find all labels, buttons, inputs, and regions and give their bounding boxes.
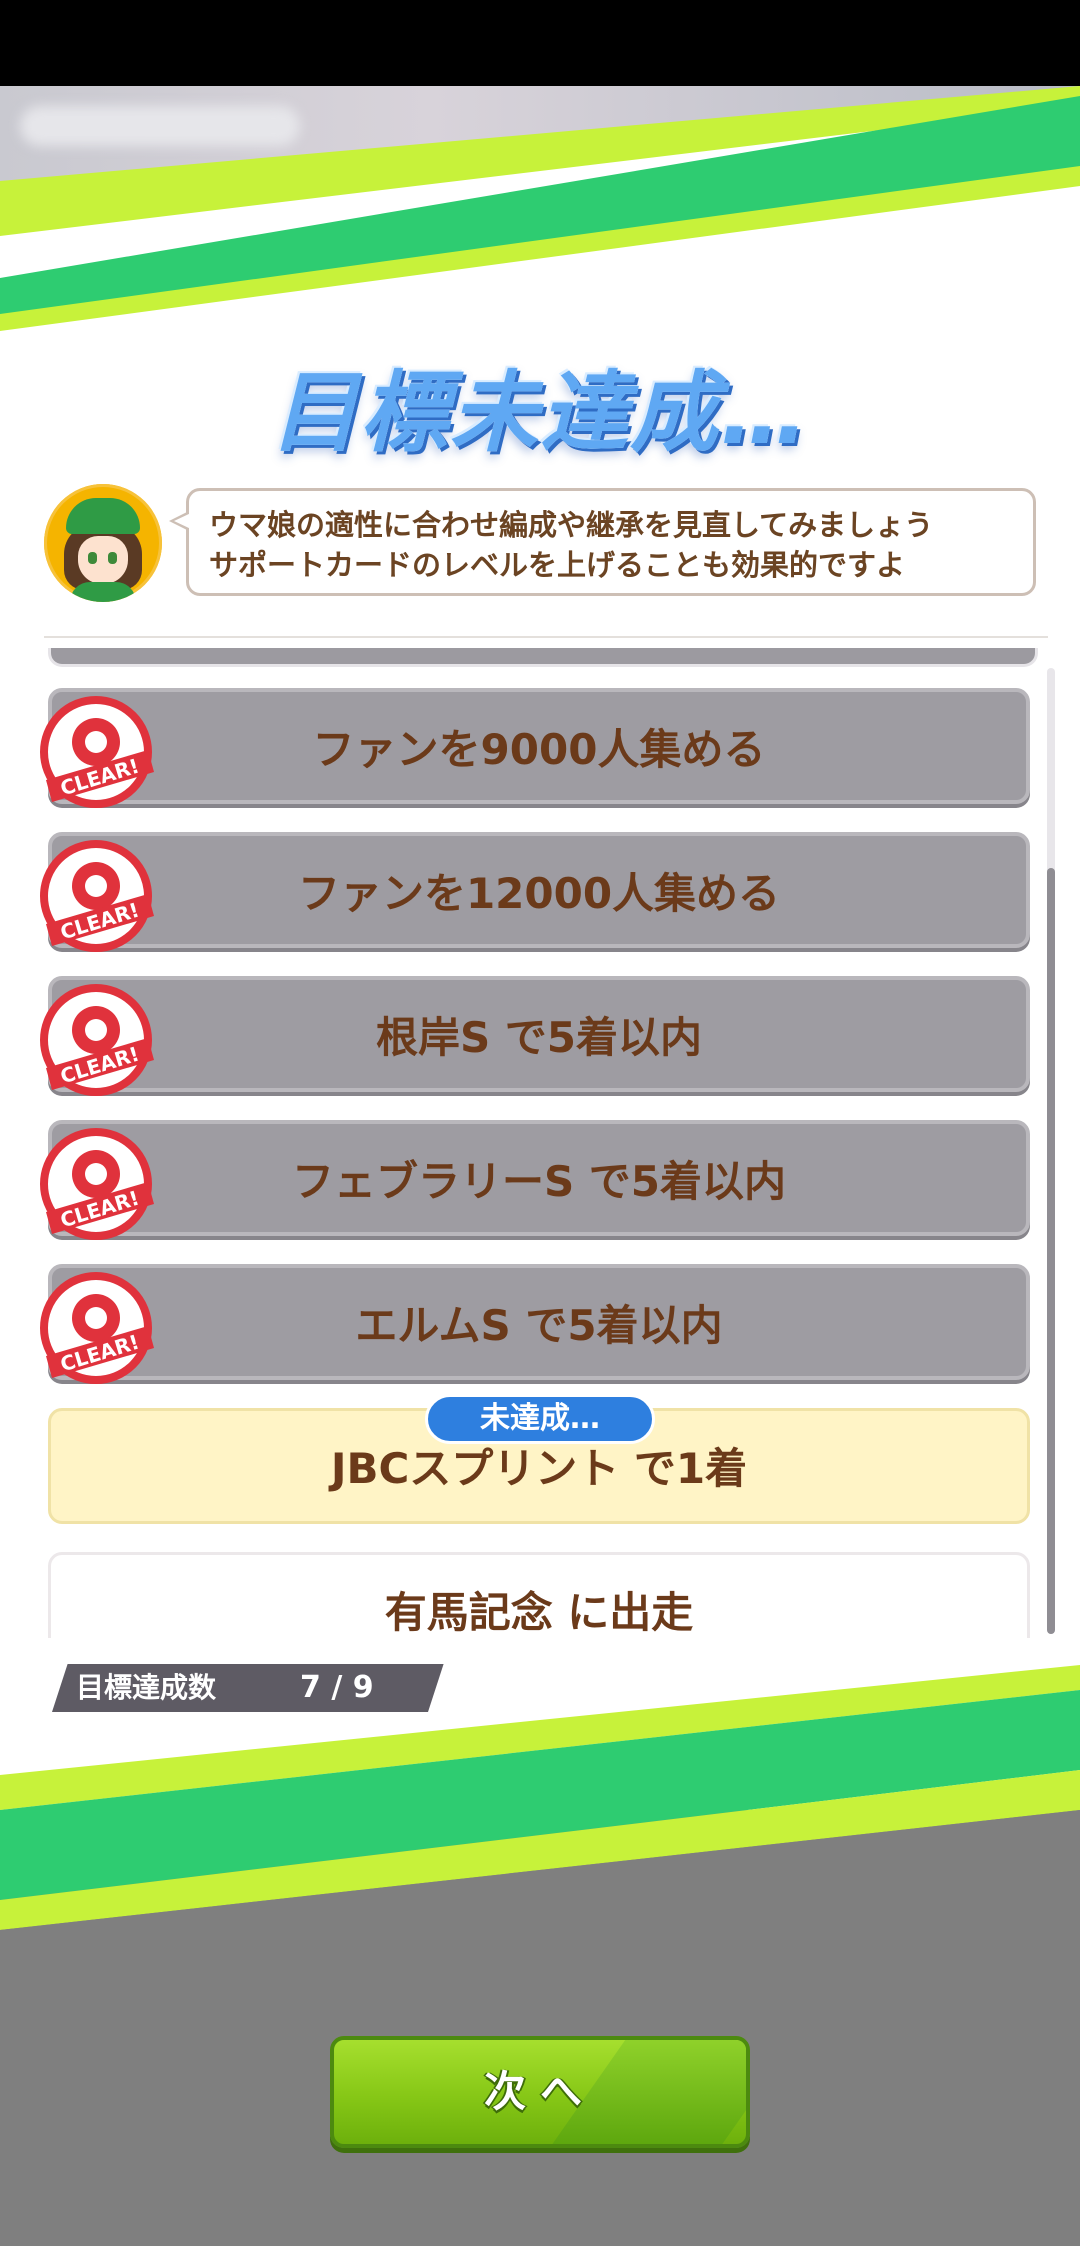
advisor-avatar (44, 484, 162, 602)
goal-row: フェブラリーS で5着以内 CLEAR! (40, 1120, 1030, 1240)
divider (44, 636, 1048, 638)
goal-label: エルムS で5着以内 (355, 1301, 723, 1350)
not-achieved-badge: 未達成… (425, 1394, 655, 1444)
goal-count-value: 7 / 9 (300, 1670, 374, 1705)
goal-count-label: 目標達成数 (76, 1671, 217, 1704)
goal-row: 根岸S で5着以内 CLEAR! (40, 976, 1030, 1096)
next-button-label: 次へ (483, 2067, 596, 2116)
advice-line-1: ウマ娘の適性に合わせ編成や継承を見直してみましょう (209, 508, 934, 542)
goal-label: ファンを12000人集める (297, 869, 781, 918)
goal-label: 根岸S で5着以内 (375, 1013, 703, 1062)
clear-stamp-icon: CLEAR! (36, 1126, 160, 1244)
goal-label: JBCスプリント で1着 (330, 1444, 748, 1493)
list-item-partial (48, 648, 1038, 667)
goal-row: ファンを12000人集める CLEAR! (40, 832, 1030, 952)
next-button[interactable]: 次へ (330, 2036, 750, 2148)
goal-label: 有馬記念 に出走 (384, 1588, 694, 1637)
clear-stamp-icon: CLEAR! (36, 838, 160, 956)
clear-stamp-icon: CLEAR! (36, 694, 160, 812)
goal-row: エルムS で5着以内 CLEAR! (40, 1264, 1030, 1384)
goal-label: ファンを9000人集める (312, 725, 766, 774)
goal-list[interactable]: ファンを9000人集める CLEAR! ファンを12000人集める CLEAR!… (0, 648, 1080, 1638)
goal-row: ファンを9000人集める CLEAR! (40, 688, 1030, 808)
scrollbar[interactable] (1047, 668, 1055, 1634)
goal-row: 有馬記念 に出走 (48, 1552, 1030, 1638)
goal-label: フェブラリーS で5着以内 (291, 1157, 787, 1206)
header-stripes (0, 86, 1080, 346)
status-bar (0, 0, 1080, 86)
clear-stamp-icon: CLEAR! (36, 982, 160, 1100)
page-title: 目標未達成… (269, 361, 810, 464)
advice-line-2: サポートカードのレベルを上げることも効果的ですよ (209, 548, 906, 582)
scrollbar-thumb[interactable] (1047, 868, 1055, 1634)
advice-bubble: ウマ娘の適性に合わせ編成や継承を見直してみましょう サポートカードのレベルを上げ… (169, 488, 1036, 596)
clear-stamp-icon: CLEAR! (36, 1270, 160, 1388)
